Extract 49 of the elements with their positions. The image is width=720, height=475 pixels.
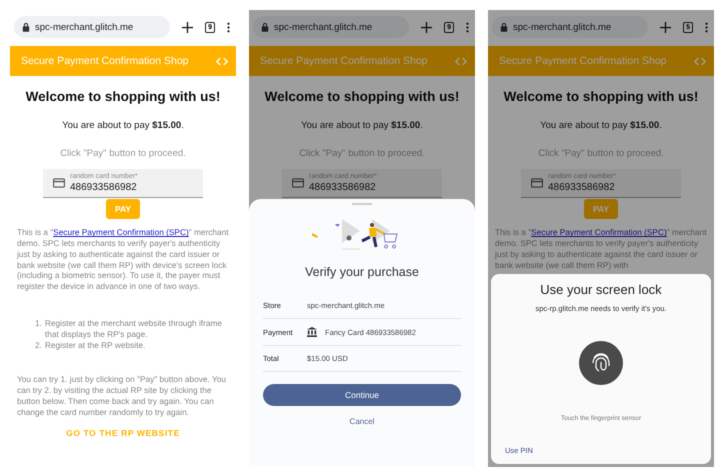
- fingerprint-icon[interactable]: [579, 341, 623, 385]
- address-bar[interactable]: spc-merchant.glitch.me: [14, 16, 170, 38]
- lock-icon: [261, 22, 269, 32]
- list-item: Register at the RP website.: [44, 340, 146, 350]
- instruction-paragraph: You can try 1. just by clicking on "Pay" button above. You can try 2. by visiting the actual RP site by clicking the button below. Then come back and try again. You can change the card number randomly to try again.: [17, 374, 227, 418]
- page-heading: Welcome to shopping with us!: [264, 88, 460, 106]
- hint-text: Click "Pay" button to proceed.: [59, 148, 187, 160]
- field-value: 486933586982: [309, 181, 377, 194]
- menu-icon[interactable]: [705, 22, 708, 32]
- description-paragraph: This is a "Secure Payment Confirmation (SPC)" merchant demo. SPC lets merchants to verify payer's authenticity just by asking to authenticate against the card issuer or bank website (we call them RP) with: [495, 227, 707, 270]
- menu-icon[interactable]: [227, 22, 230, 32]
- list-number: 1.: [35, 318, 42, 330]
- hint-text: Click "Pay" button to proceed.: [298, 148, 426, 160]
- dialog-title: Use your screen lock: [540, 282, 662, 297]
- card-icon: [292, 178, 304, 188]
- cancel-button[interactable]: Cancel: [344, 416, 380, 427]
- drag-handle[interactable]: [352, 203, 372, 205]
- url-text: spc-merchant.glitch.me: [513, 22, 612, 32]
- lock-icon: [22, 22, 30, 32]
- new-tab-icon[interactable]: [421, 22, 432, 32]
- field-value: 486933586982: [548, 181, 616, 194]
- new-tab-icon[interactable]: [182, 22, 194, 32]
- url-text: spc-merchant.glitch.me: [274, 22, 372, 32]
- amount-text: You are about to pay $15.00.: [300, 120, 424, 132]
- bank-icon: [307, 327, 317, 337]
- card-icon: [53, 178, 65, 188]
- amount-text: You are about to pay $15.00.: [61, 120, 185, 132]
- shop-title: Secure Payment Confirmation Shop: [260, 55, 428, 67]
- hint-text: Click "Pay" button to proceed.: [537, 148, 665, 160]
- list-number: 2.: [35, 340, 42, 350]
- spc-link[interactable]: Secure Payment Confirmation (SPC): [53, 227, 189, 238]
- continue-button[interactable]: Continue: [263, 384, 461, 406]
- page-heading: Welcome to shopping with us!: [502, 88, 700, 106]
- amount-text: You are about to pay $15.00.: [539, 120, 663, 132]
- description-paragraph: This is a "Secure Payment Confirmation (SPC)" merchant demo. SPC lets merchants to verify payer's authenticity just by asking to authenticate against the card issuer or bank website (we call them RP) with device's screen lock (including a biometric sensor). To use it, the payer must register the device in advance in one of two ways.: [17, 227, 229, 292]
- url-text: spc-merchant.glitch.me: [35, 22, 134, 32]
- lock-icon: [500, 22, 508, 32]
- shop-title: Secure Payment Confirmation Shop: [21, 55, 189, 67]
- spc-link[interactable]: Secure Payment Confirmation (SPC): [531, 227, 667, 238]
- address-bar[interactable]: spc-merchant.glitch.me: [253, 16, 410, 38]
- new-tab-icon[interactable]: [660, 22, 672, 32]
- menu-icon[interactable]: [466, 22, 469, 32]
- address-bar[interactable]: spc-merchant.glitch.me: [492, 16, 648, 38]
- sheet-title: Verify your purchase: [304, 265, 420, 279]
- list-item: Register at the merchant website through iframe that displays the RP's page.: [44, 318, 224, 340]
- field-value: 486933586982: [70, 181, 138, 194]
- card-icon: [531, 178, 543, 188]
- page-heading: Welcome to shopping with us!: [24, 88, 222, 106]
- shop-title: Secure Payment Confirmation Shop: [499, 55, 667, 67]
